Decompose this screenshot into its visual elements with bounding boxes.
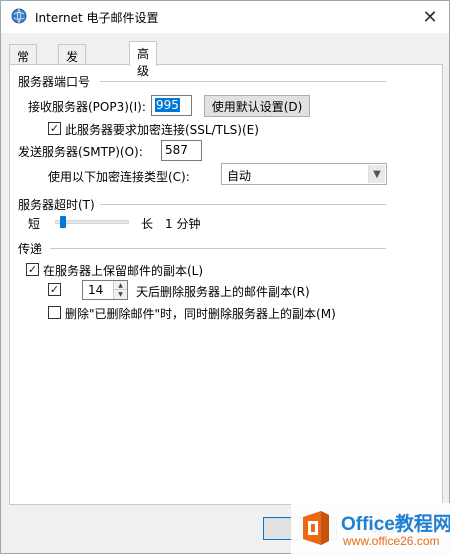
timeout-group-title: 服务器超时(T)	[18, 198, 95, 212]
remove-deleted-label: 删除"已删除邮件"时，同时删除服务器上的副本(M)	[65, 307, 336, 321]
encryption-type-label: 使用以下加密连接类型(C):	[48, 170, 190, 184]
timeout-slider-thumb[interactable]	[60, 216, 67, 228]
stepper-down-icon[interactable]: ▼	[114, 290, 127, 299]
timeout-slider-track[interactable]	[55, 220, 129, 224]
watermark-title: Office教程网	[341, 514, 450, 535]
ssl-checkbox-label: 此服务器要求加密连接(SSL/TLS)(E)	[65, 123, 259, 137]
use-defaults-button[interactable]: 使用默认设置(D)	[204, 95, 310, 117]
tab-outgoing-server[interactable]: 发送服务器	[58, 44, 87, 132]
check-icon: ✓	[49, 122, 60, 135]
leave-copy-label: 在服务器上保留邮件的副本(L)	[43, 264, 204, 278]
stepper-up-icon[interactable]: ▲	[114, 281, 127, 290]
close-button[interactable]: ✕	[417, 5, 443, 29]
close-icon: ✕	[422, 6, 438, 28]
outgoing-server-label: 发送服务器(SMTP)(O):	[18, 145, 143, 159]
office-logo-icon	[303, 511, 329, 545]
watermark: Office教程网 www.office26.com	[291, 503, 450, 554]
settings-dialog: Internet 电子邮件设置 ✕ 常规 发送服务器 高级 服务器端口号 接收服…	[0, 0, 450, 554]
window-title: Internet 电子邮件设置	[35, 11, 159, 25]
timeout-value-label: 1 分钟	[165, 217, 201, 231]
timeout-short-label: 短	[28, 217, 41, 231]
ports-group-divider	[100, 81, 386, 82]
encryption-type-select[interactable]: 自动 ▼	[221, 163, 387, 185]
leave-copy-checkbox[interactable]: ✓	[26, 263, 39, 276]
globe-mail-icon	[11, 8, 27, 24]
remove-after-label: 天后删除服务器上的邮件副本(R)	[136, 285, 310, 299]
tab-general[interactable]: 常规	[9, 44, 38, 81]
advanced-panel: 服务器端口号 接收服务器(POP3)(I): 995 使用默认设置(D) ✓ 此…	[9, 64, 443, 505]
ssl-checkbox[interactable]: ✓	[48, 122, 61, 135]
title-bar: Internet 电子邮件设置 ✕	[1, 1, 449, 33]
watermark-url: www.office26.com	[343, 534, 440, 548]
outgoing-port-input[interactable]: 587	[161, 140, 202, 161]
remove-deleted-checkbox[interactable]	[48, 306, 61, 319]
ports-group-title: 服务器端口号	[18, 75, 91, 89]
encryption-type-value: 自动	[227, 169, 252, 183]
timeout-group-divider	[100, 204, 386, 205]
timeout-long-label: 长	[141, 217, 154, 231]
delivery-group-divider	[50, 248, 386, 249]
incoming-port-input[interactable]: 995	[151, 95, 192, 116]
check-icon: ✓	[27, 263, 38, 276]
check-icon: ✓	[49, 283, 60, 296]
remove-after-checkbox[interactable]: ✓	[48, 283, 61, 296]
chevron-down-icon: ▼	[368, 165, 385, 183]
incoming-server-label: 接收服务器(POP3)(I):	[28, 100, 146, 114]
delivery-group-title: 传递	[18, 242, 43, 256]
remove-after-days-value: 14	[88, 283, 104, 297]
remove-after-days-stepper[interactable]: 14 ▲ ▼	[82, 280, 128, 300]
tab-advanced[interactable]: 高级	[129, 41, 158, 78]
